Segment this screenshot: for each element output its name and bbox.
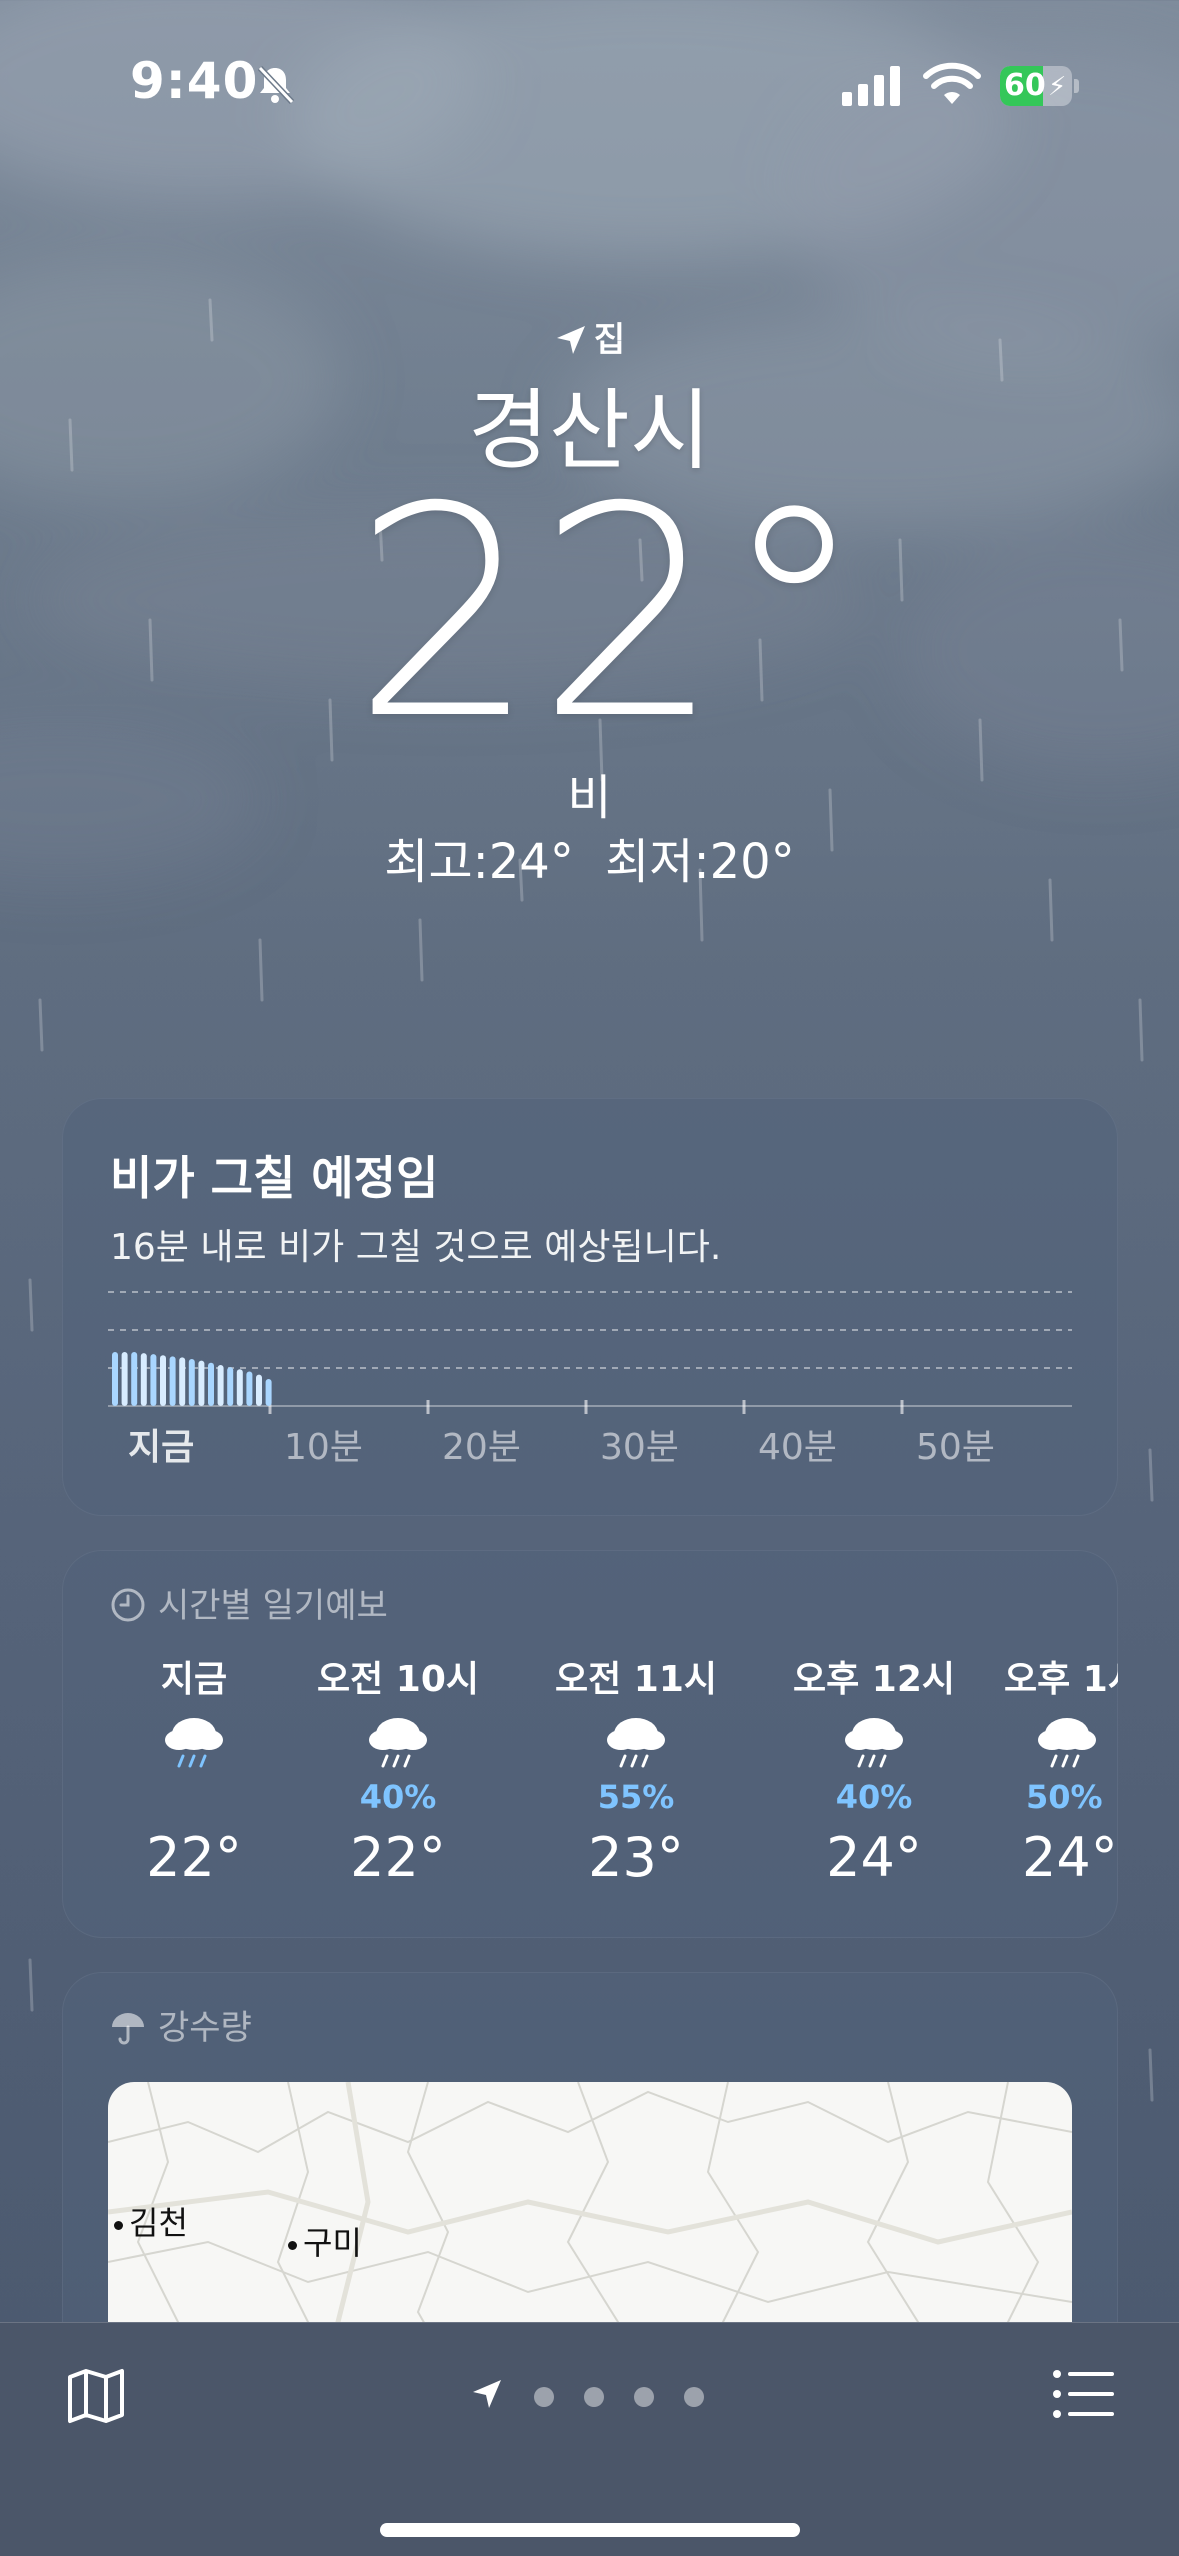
precip-bar xyxy=(198,1360,205,1406)
bell-slash-icon xyxy=(257,65,295,105)
cellular-signal-icon xyxy=(842,66,900,106)
map-city-dot xyxy=(114,2221,123,2230)
hour-item[interactable]: 오전 10시 40% 22° xyxy=(298,1650,498,1889)
hour-item[interactable]: 오후 12시 40% 24° xyxy=(774,1650,974,1889)
hour-temperature: 24° xyxy=(826,1826,922,1889)
hour-label: 오전 11시 xyxy=(555,1659,717,1700)
battery-cap xyxy=(1074,79,1079,93)
precip-probability xyxy=(94,1778,294,1818)
hour-item[interactable]: 오후 1시 50% 24° xyxy=(1002,1650,1118,1889)
cloud-rain-icon xyxy=(369,1718,427,1768)
precip-bar xyxy=(150,1354,157,1406)
minute-label: 20분 xyxy=(442,1427,521,1468)
minute-label: 10분 xyxy=(284,1427,363,1468)
nowcast-subtitle: 16분 내로 비가 그칠 것으로 예상됩니다. xyxy=(110,1227,722,1268)
precip-probability: 40% xyxy=(835,1778,913,1816)
precip-probability: 40% xyxy=(359,1778,437,1816)
wifi-icon xyxy=(923,62,981,104)
hour-temperature: 23° xyxy=(588,1826,684,1889)
precip-bar xyxy=(188,1359,195,1406)
hour-temperature: 22° xyxy=(146,1826,242,1889)
hour-temperature: 24° xyxy=(1022,1826,1118,1889)
minute-label: 50분 xyxy=(916,1427,995,1468)
hour-label: 오전 10시 xyxy=(317,1659,479,1700)
precip-map-header: 강수량 xyxy=(110,2000,252,2049)
precip-bar xyxy=(217,1364,224,1406)
precip-bar xyxy=(121,1352,128,1406)
hourly-title: 시간별 일기예보 xyxy=(158,1586,388,1626)
precip-map-title: 강수량 xyxy=(158,2008,252,2048)
hour-label: 지금 xyxy=(160,1659,228,1700)
battery-charging-icon: 60 ⚡ xyxy=(1000,66,1080,106)
cloud-rain-icon xyxy=(165,1718,223,1768)
hour-label: 오후 12시 xyxy=(793,1659,955,1700)
precip-bar xyxy=(112,1352,118,1406)
location-label: 집 xyxy=(593,320,626,360)
current-temperature: 22° xyxy=(352,446,867,783)
minute-precipitation-chart xyxy=(108,1291,1072,1414)
precip-bar xyxy=(246,1371,253,1406)
cloud-rain-icon xyxy=(607,1718,665,1768)
map-city-dot xyxy=(288,2241,297,2250)
map-city-name: 김천 xyxy=(129,2204,188,2242)
minute-axis-labels: 지금 10분 20분 30분 40분 50분 xyxy=(62,1418,1118,1468)
precip-bar xyxy=(140,1353,147,1406)
charging-bolt-icon: ⚡ xyxy=(1048,72,1067,102)
clock-time: 9:40 xyxy=(130,52,259,110)
umbrella-icon xyxy=(112,2013,144,2045)
precip-bar xyxy=(265,1379,272,1406)
page-dot[interactable] xyxy=(684,2387,704,2407)
clock-icon xyxy=(111,1588,145,1622)
location-arrow-icon xyxy=(473,2380,501,2408)
minute-label: 40분 xyxy=(758,1427,837,1468)
hour-temperature: 22° xyxy=(350,1826,446,1889)
hourly-forecast-card[interactable]: 시간별 일기예보 지금 22° 오전 10시 40% 22° 오전 11시 55… xyxy=(62,1550,1118,1938)
status-bar: 9:40 60 ⚡ xyxy=(0,0,1179,170)
map-city-name: 구미 xyxy=(303,2224,362,2262)
map-city-label: 김천 xyxy=(114,2198,188,2244)
hour-label: 오후 1시 xyxy=(1004,1659,1118,1700)
location-row: 집 xyxy=(0,312,1179,361)
nowcast-title: 비가 그칠 예정임 xyxy=(110,1151,439,1205)
low-temperature: 최저:20° xyxy=(605,834,795,890)
list-icon[interactable] xyxy=(1052,2367,1114,2421)
hour-item[interactable]: 오전 11시 55% 23° xyxy=(536,1650,736,1889)
high-low-row: 최고:24° 최저:20° xyxy=(0,822,1179,892)
page-dot[interactable] xyxy=(534,2387,554,2407)
precip-bar xyxy=(131,1352,138,1406)
home-indicator[interactable] xyxy=(380,2523,800,2537)
weather-condition: 비 xyxy=(567,770,612,826)
precip-probability: 50% xyxy=(1026,1778,1103,1816)
location-arrow-icon xyxy=(556,326,585,354)
hour-item[interactable]: 지금 22° xyxy=(94,1650,294,1889)
map-city-label: 구미 xyxy=(288,2218,362,2264)
precip-bar xyxy=(179,1357,186,1406)
page-indicator[interactable] xyxy=(470,2375,730,2415)
battery-percent: 60 xyxy=(1004,68,1046,103)
minute-label: 지금 xyxy=(128,1427,195,1468)
precipitation-nowcast-card[interactable]: 비가 그칠 예정임 16분 내로 비가 그칠 것으로 예상됩니다. 지금 10분… xyxy=(62,1098,1118,1516)
high-temperature: 최고:24° xyxy=(384,834,574,890)
precip-bar xyxy=(227,1367,234,1406)
map-icon[interactable] xyxy=(66,2365,126,2425)
cloud-rain-icon xyxy=(1038,1718,1096,1768)
cloud-rain-icon xyxy=(845,1718,903,1768)
page-dot[interactable] xyxy=(634,2387,654,2407)
precip-bar xyxy=(256,1374,262,1406)
precip-bar xyxy=(169,1356,176,1406)
precip-bar xyxy=(208,1362,214,1406)
page-dot[interactable] xyxy=(584,2387,604,2407)
minute-label: 30분 xyxy=(600,1427,679,1468)
precip-bar xyxy=(236,1369,243,1406)
hourly-header: 시간별 일기예보 xyxy=(110,1578,388,1627)
bottom-toolbar xyxy=(0,2322,1179,2556)
precip-probability: 55% xyxy=(597,1778,675,1816)
precip-bar xyxy=(160,1355,166,1406)
